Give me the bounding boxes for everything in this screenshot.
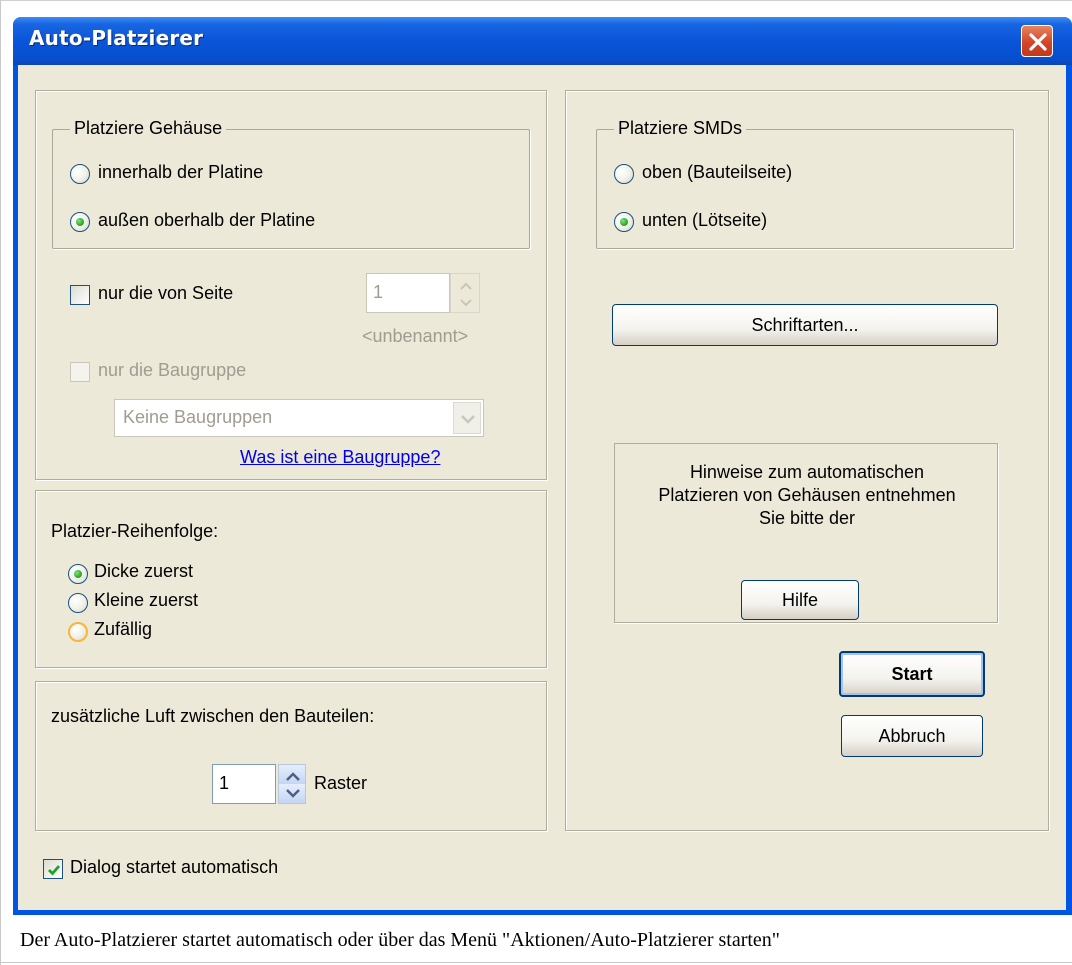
what-is-assembly-link[interactable]: Was ist eine Baugruppe? [240,447,440,468]
radio-inside-board[interactable] [70,164,90,184]
radio-inside-board-label: innerhalb der Platine [98,162,264,182]
chevron-down-icon [461,415,475,424]
page-number-spinner[interactable] [450,273,480,313]
assembly-select-value: Keine Baugruppen [123,407,273,427]
placement-group-legend: Platziere Gehäuse [70,118,227,139]
bottom-divider [0,962,1072,963]
close-button[interactable] [1021,25,1053,57]
fonts-button[interactable]: Schriftarten... [612,304,998,346]
page-number-field[interactable]: 1 [366,273,450,313]
radio-random[interactable] [68,622,88,642]
hint-line-2: Platzieren von Gehäusen entnehmen [658,485,956,505]
cancel-button[interactable]: Abbruch [841,715,983,757]
placement-groupbox [52,129,530,249]
dialog-window: Auto-Platzierer Platziere Gehäuse innerh… [13,17,1072,915]
auto-start-label: Dialog startet automatisch [70,857,279,877]
spacing-spinner[interactable] [278,764,306,804]
radio-outside-above-board-label: außen oberhalb der Platine [98,210,316,230]
assembly-only-label: nur die Baugruppe [98,360,247,380]
smd-groupbox [596,129,1014,249]
order-title: Platzier-Reihenfolge: [51,521,219,541]
help-button[interactable]: Hilfe [741,580,859,620]
radio-smd-bottom-label: unten (Lötseite) [642,210,768,230]
hint-line-1: Hinweise zum automatischen [689,462,925,482]
figure-caption: Der Auto-Platzierer startet automatisch … [20,929,780,951]
close-icon [1029,33,1047,51]
check-icon [48,865,61,876]
page-number-value: 1 [373,282,384,302]
radio-outside-above-board[interactable] [70,212,90,232]
order-panel: Platzier-Reihenfolge: Dicke zuerst Klein… [35,490,547,668]
spinner-arrows-icon [286,772,300,798]
assembly-select[interactable]: Keine Baugruppen [114,399,484,437]
hint-box: Hinweise zum automatischen Platzieren vo… [614,443,998,623]
page-only-label: nur die von Seite [98,283,234,303]
right-panel: Platziere SMDs oben (Bauteilseite) unten… [565,90,1049,831]
spacing-value: 1 [219,773,230,793]
window-title: Auto-Platzierer [29,26,204,50]
spacing-unit: Raster [314,773,368,793]
radio-small-first-label: Kleine zuerst [94,590,199,610]
assembly-select-dropdown[interactable] [453,402,481,434]
spacing-label: zusätzliche Luft zwischen den Bauteilen: [51,706,375,726]
hint-line-3: Sie bitte der [758,508,856,528]
auto-start-checkbox[interactable] [43,859,63,879]
radio-small-first[interactable] [68,593,88,613]
radio-selected-dot [76,218,84,226]
start-button[interactable]: Start [839,651,985,697]
assembly-only-checkbox[interactable] [70,362,90,382]
left-top-panel: Platziere Gehäuse innerhalb der Platine … [35,90,547,480]
radio-selected-dot [74,570,82,578]
radio-smd-bottom[interactable] [614,212,634,232]
radio-thick-first-label: Dicke zuerst [94,561,194,581]
page-only-checkbox[interactable] [70,285,90,305]
radio-selected-dot [620,218,628,226]
dialog-client: Platziere Gehäuse innerhalb der Platine … [18,65,1066,910]
radio-thick-first[interactable] [68,564,88,584]
spinner-arrows-icon [460,282,472,307]
radio-smd-top-label: oben (Bauteilseite) [642,162,793,182]
radio-smd-top[interactable] [614,164,634,184]
title-bar[interactable]: Auto-Platzierer [13,17,1072,65]
radio-random-label: Zufällig [94,619,153,639]
spacing-value-field[interactable]: 1 [212,764,276,804]
smd-group-legend: Platziere SMDs [614,118,747,139]
spacing-panel: zusätzliche Luft zwischen den Bauteilen:… [35,681,547,831]
page-name-label: <unbenannt> [362,326,469,346]
